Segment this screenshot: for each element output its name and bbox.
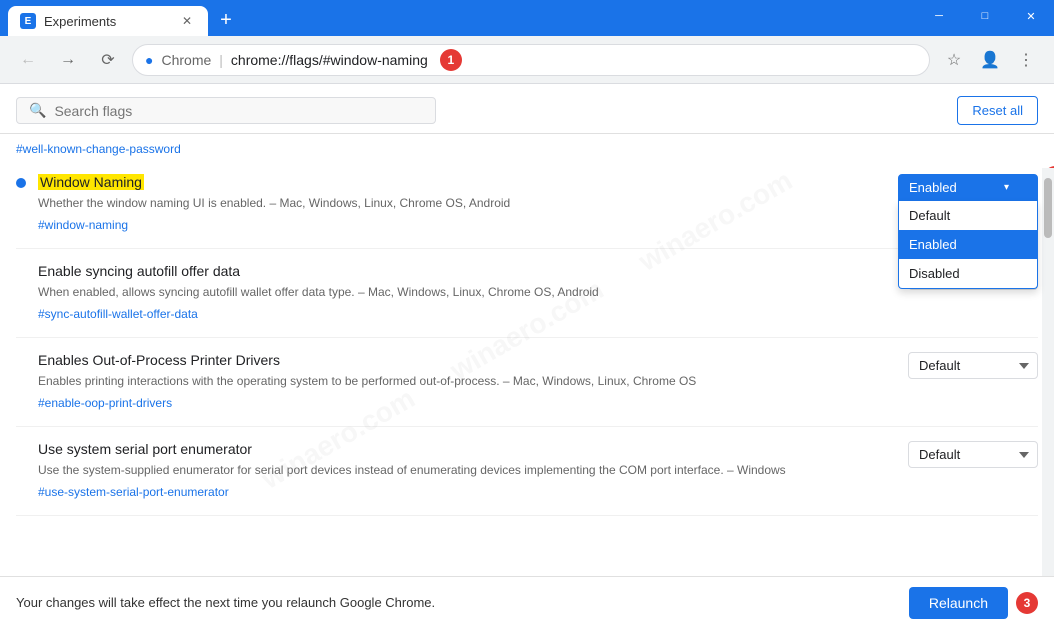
flag-body-oop-print: Enables Out-of-Process Printer Drivers E… [38,352,896,412]
scrollbar-track[interactable] [1042,168,1054,576]
bottom-bar: Your changes will take effect the next t… [0,576,1054,628]
flag-anchor-window-naming[interactable]: #window-naming [38,218,128,232]
flag-desc-serial-port: Use the system-supplied enumerator for s… [38,461,896,479]
flag-desc-window-naming: Whether the window naming UI is enabled.… [38,194,886,212]
url-text: chrome://flags/#window-naming [231,52,428,68]
tab-title: Experiments [44,14,116,29]
flag-control-serial-port: Default Enabled Disabled [908,441,1038,468]
flag-item-sync-autofill: Enable syncing autofill offer data When … [16,249,1038,338]
flag-select-oop-print[interactable]: Default Enabled Disabled [908,352,1038,379]
flag-inactive-indicator-4 [16,445,26,455]
scrollbar-thumb[interactable] [1044,178,1052,238]
search-input[interactable] [54,103,423,119]
active-tab[interactable]: E Experiments ✕ [8,6,208,36]
reload-button[interactable]: ⟳ [92,44,124,76]
flag-dropdown-btn-window-naming[interactable]: Enabled ▾ [898,174,1038,201]
flag-title-window-naming: Window Naming [38,174,886,190]
flag-inactive-indicator-3 [16,356,26,366]
relaunch-button[interactable]: Relaunch [909,587,1008,619]
flag-item-serial-port: Use system serial port enumerator Use th… [16,427,1038,516]
close-button[interactable]: ✕ [1008,0,1054,32]
dropdown-option-disabled[interactable]: Disabled [899,259,1037,288]
tab-area: E Experiments ✕ + [8,0,240,36]
titlebar: E Experiments ✕ + ─ □ ✕ [0,0,1054,36]
top-anchor-link[interactable]: #well-known-change-password [16,134,1038,160]
flag-anchor-serial-port[interactable]: #use-system-serial-port-enumerator [38,485,229,499]
dropdown-option-enabled[interactable]: Enabled [899,230,1037,259]
window-controls: ─ □ ✕ [916,0,1054,32]
tab-close-button[interactable]: ✕ [178,12,196,30]
annotation-3-badge: 3 [1016,592,1038,614]
minimize-button[interactable]: ─ [916,0,962,32]
flag-title-sync-autofill: Enable syncing autofill offer data [38,263,896,279]
forward-button[interactable]: → [52,44,84,76]
nav-right-buttons: ☆ 👤 ⋮ [938,44,1042,76]
new-tab-button[interactable]: + [212,6,240,34]
menu-button[interactable]: ⋮ [1010,44,1042,76]
flag-inactive-indicator-2 [16,267,26,277]
site-name: Chrome [161,52,211,68]
flag-desc-oop-print: Enables printing interactions with the o… [38,372,896,390]
address-bar[interactable]: ● Chrome | chrome://flags/#window-naming… [132,44,930,76]
flag-body-serial-port: Use system serial port enumerator Use th… [38,441,896,501]
flag-title-serial-port: Use system serial port enumerator [38,441,896,457]
flag-select-serial-port[interactable]: Default Enabled Disabled [908,441,1038,468]
annotation-1-badge: 1 [440,49,462,71]
back-button[interactable]: ← [12,44,44,76]
flag-anchor-sync-autofill[interactable]: #sync-autofill-wallet-offer-data [38,307,198,321]
flag-anchor-oop-print[interactable]: #enable-oop-print-drivers [38,396,172,410]
search-bar-row: 🔍 Reset all [0,84,1054,134]
dropdown-chevron-icon: ▾ [1004,182,1009,193]
navbar: ← → ⟳ ● Chrome | chrome://flags/#window-… [0,36,1054,84]
relaunch-area: Relaunch 3 [909,587,1038,619]
profile-button[interactable]: 👤 [974,44,1006,76]
content-area: 🔍 Reset all #well-known-change-password … [0,84,1054,576]
dropdown-option-default[interactable]: Default [899,201,1037,230]
flag-active-indicator [16,178,26,188]
bookmark-button[interactable]: ☆ [938,44,970,76]
flag-body-sync-autofill: Enable syncing autofill offer data When … [38,263,896,323]
site-icon: ● [145,52,153,68]
reset-all-button[interactable]: Reset all [957,96,1038,125]
flag-body-window-naming: Window Naming Whether the window naming … [38,174,886,234]
search-input-wrap: 🔍 [16,97,436,124]
flag-control-oop-print: Default Enabled Disabled [908,352,1038,379]
bottom-message: Your changes will take effect the next t… [16,595,435,610]
tab-icon: E [20,13,36,29]
dropdown-selected-label: Enabled [909,180,957,195]
search-icon: 🔍 [29,102,46,119]
flag-control-window-naming: Enabled ▾ Default Enabled Disabled 2 [898,174,1038,201]
flag-title-oop-print: Enables Out-of-Process Printer Drivers [38,352,896,368]
flag-desc-sync-autofill: When enabled, allows syncing autofill wa… [38,283,896,301]
flags-list: #well-known-change-password Window Namin… [0,134,1054,568]
flag-title-highlight: Window Naming [38,174,144,190]
flag-item-oop-print: Enables Out-of-Process Printer Drivers E… [16,338,1038,427]
address-separator: | [219,52,223,68]
maximize-button[interactable]: □ [962,0,1008,32]
flag-item-window-naming: Window Naming Whether the window naming … [16,160,1038,249]
flag-dropdown-menu-window-naming: Default Enabled Disabled [898,201,1038,289]
